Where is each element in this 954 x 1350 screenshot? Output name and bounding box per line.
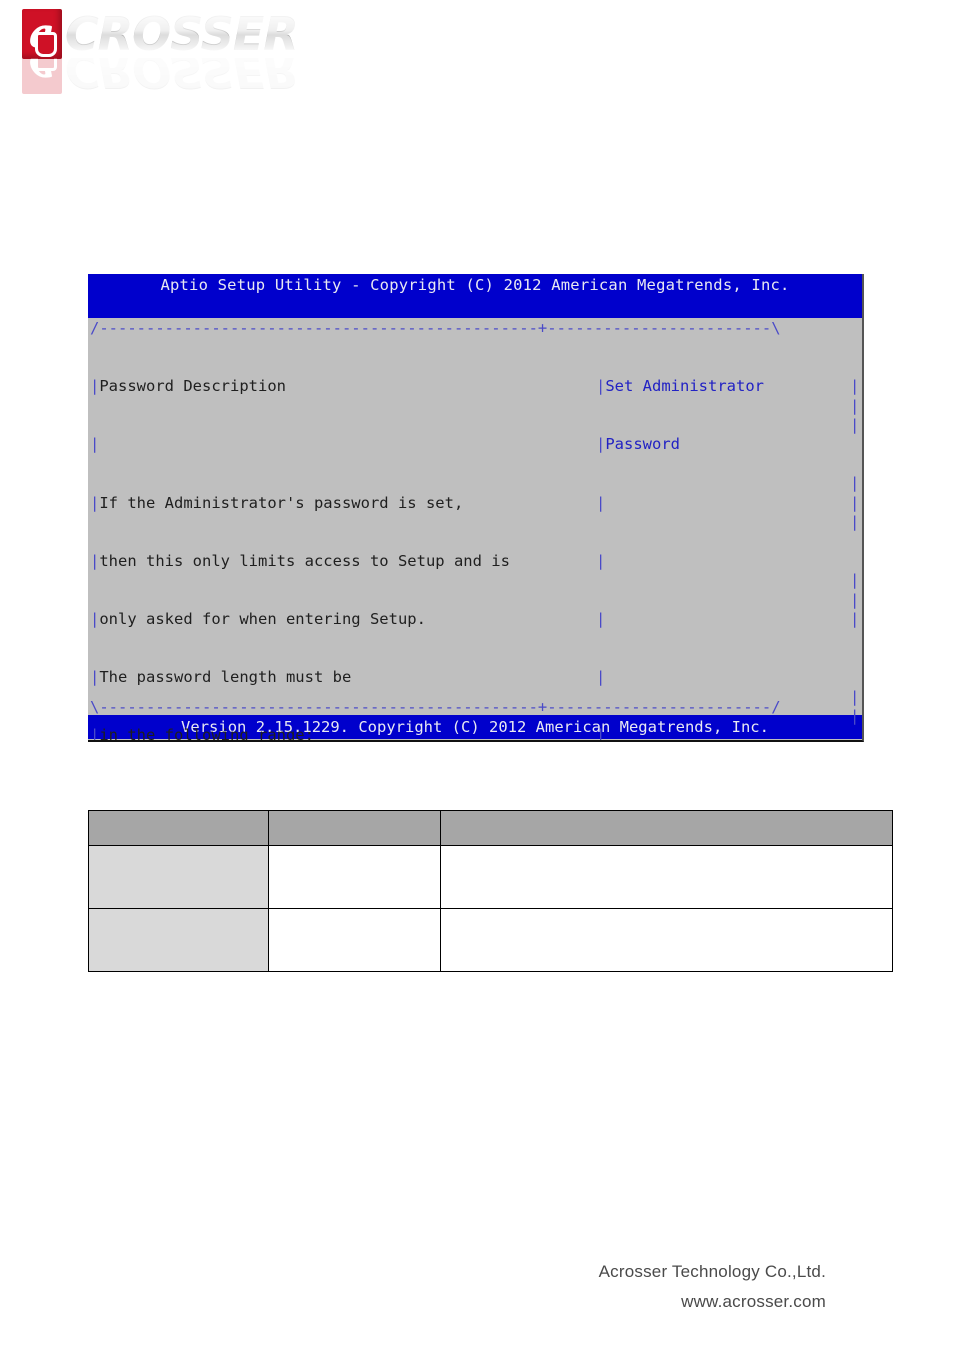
bios-content-area: /---------------------------------------… [88, 318, 862, 740]
logo-reflection-wordmark: CROSSER [63, 58, 298, 94]
desc-line-2: then this only limits access to Setup an… [99, 551, 510, 570]
bios-left-pane: |Password Description | |If the Administ… [90, 338, 598, 742]
table-header-cell-1 [88, 810, 269, 846]
table-header-cell-3 [440, 810, 893, 846]
right-line: | [596, 610, 862, 629]
field-password-description: Password Description [99, 377, 286, 396]
frame-pipe: | [596, 610, 606, 629]
logo-wordmark: CROSSER [65, 7, 299, 61]
logo-reflection: a CROSSER [22, 58, 298, 94]
right-line: |Password [596, 435, 862, 454]
right-line: | [596, 552, 862, 571]
frame-pipe: | [90, 610, 100, 629]
logo-letter-a-counter [35, 32, 57, 57]
frame-pipe: | [90, 493, 100, 512]
desc-line-4: The password length must be [99, 668, 352, 687]
table-cell-options [268, 845, 441, 909]
frame-pipe: | [596, 726, 606, 742]
page-footer: Acrosser Technology Co.,Ltd. www.acrosse… [599, 1262, 826, 1312]
bios-panes: |Password Description | |If the Administ… [88, 338, 862, 740]
right-line: |Set Administrator [596, 377, 862, 396]
specification-table [88, 810, 893, 972]
left-line: |The password length must be [90, 668, 598, 687]
table-header-row [88, 810, 893, 846]
bios-right-pane: |Set Administrator |Password | | | | | |… [596, 338, 862, 742]
frame-pipe: | [596, 435, 606, 454]
frame-pipe: | [596, 668, 606, 687]
help-title-line-1: Set Administrator [605, 377, 764, 396]
footer-website[interactable]: www.acrosser.com [599, 1292, 826, 1312]
frame-pipe: | [90, 551, 100, 570]
frame-pipe: | [596, 377, 606, 396]
table-cell-description [440, 845, 893, 909]
bios-title-bar: Aptio Setup Utility - Copyright (C) 2012… [88, 274, 862, 297]
table-cell-options [268, 908, 441, 972]
frame-pipe: | [90, 668, 100, 687]
left-line: |If the Administrator's password is set, [90, 494, 598, 513]
frame-pipe: | [596, 493, 606, 512]
bios-frame-top: /---------------------------------------… [90, 319, 781, 337]
bios-setup-screen: Aptio Setup Utility - Copyright (C) 2012… [88, 274, 864, 742]
frame-pipe: | [90, 726, 100, 742]
logo-letter-a-badge: a [22, 9, 62, 59]
left-line: |only asked for when entering Setup. [90, 610, 598, 629]
left-line: |Password Description [90, 377, 598, 396]
acrosser-logo: a CROSSER a CROSSER [22, 8, 322, 94]
right-line: | [596, 494, 862, 513]
frame-pipe: | [90, 377, 100, 396]
logo-main: a CROSSER [22, 7, 299, 61]
frame-pipe: | [90, 435, 100, 454]
footer-company-name: Acrosser Technology Co.,Ltd. [598, 1262, 826, 1281]
desc-line-1: If the Administrator's password is set, [99, 493, 464, 512]
logo-reflection-counter [35, 58, 57, 71]
table-row [88, 845, 893, 909]
desc-line-5: in the following range: [99, 726, 314, 742]
table-cell-feature [88, 845, 269, 909]
frame-pipe: | [596, 551, 606, 570]
table-cell-feature [88, 908, 269, 972]
left-line: |in the following range: [90, 726, 598, 742]
right-line: | [596, 668, 862, 687]
logo-reflection-badge: a [22, 58, 62, 94]
left-line: | [90, 435, 598, 454]
bios-frame-right-edge: ||| ||| ||| || ||| ||| | [850, 377, 860, 725]
table-row [88, 908, 893, 972]
right-line: | [596, 726, 862, 742]
help-title-line-2: Password [605, 435, 680, 454]
table-cell-description [440, 908, 893, 972]
bios-menu-bar[interactable]: MainAdvancedHW MonitorChipsetBootSecurit… [88, 297, 862, 339]
left-line: |then this only limits access to Setup a… [90, 552, 598, 571]
desc-line-3: only asked for when entering Setup. [99, 610, 426, 629]
table-header-cell-2 [268, 810, 441, 846]
